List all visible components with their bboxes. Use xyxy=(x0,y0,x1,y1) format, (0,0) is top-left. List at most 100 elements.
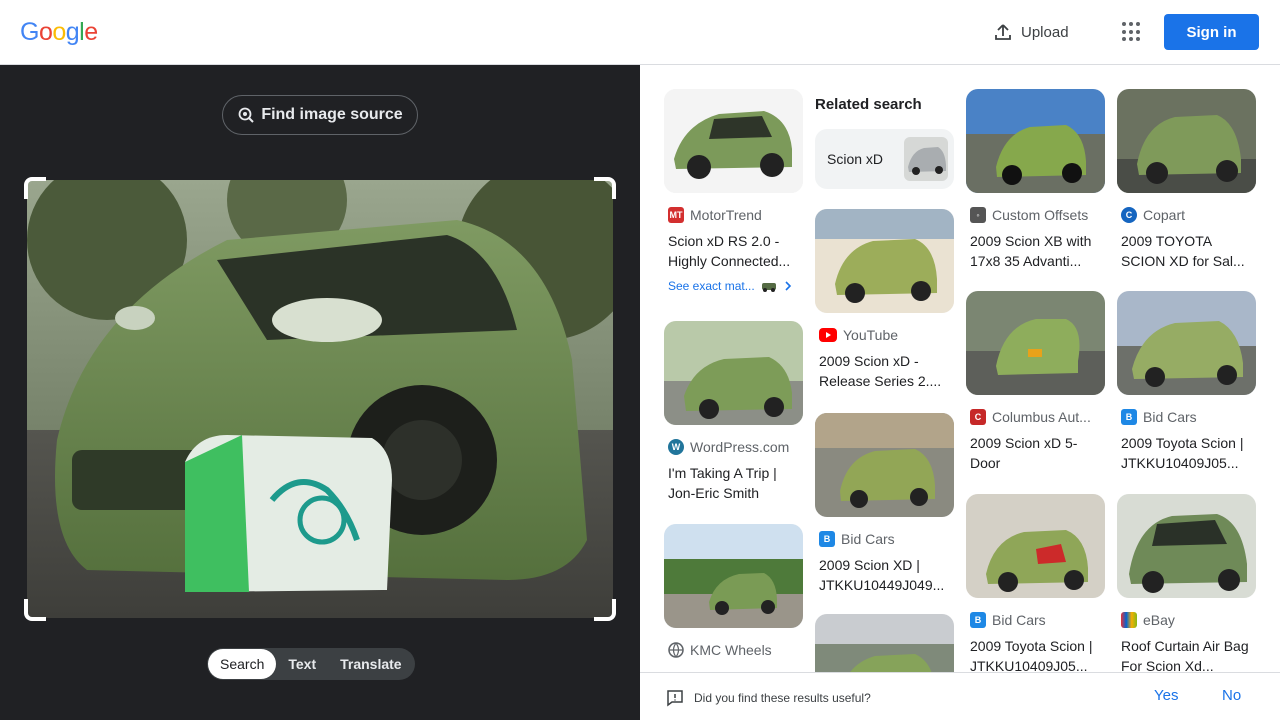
wordpress-icon: W xyxy=(668,439,684,455)
result-source[interactable]: C Columbus Aut... xyxy=(970,409,1105,425)
feedback-bar: Did you find these results useful? Yes N… xyxy=(640,672,1280,720)
logo-letter: G xyxy=(20,18,39,46)
feedback-question: Did you find these results useful? xyxy=(666,689,871,707)
mode-search-tab[interactable]: Search xyxy=(208,649,277,679)
result-source[interactable]: B Bid Cars xyxy=(1121,409,1256,425)
result-title[interactable]: 2009 Scion XB with 17x8 35 Advanti... xyxy=(970,231,1101,271)
result-title[interactable]: 2009 TOYOTA SCION XD for Sal... xyxy=(1121,231,1252,271)
result-title[interactable]: Roof Curtain Air Bag For Scion Xd... xyxy=(1121,636,1252,672)
result-card[interactable]: YouTube 2009 Scion xD - Release Series 2… xyxy=(815,209,954,391)
result-title[interactable]: 2009 Toyota Scion | JTKKU10409J05... xyxy=(1121,433,1252,473)
result-card[interactable] xyxy=(815,614,954,672)
result-title[interactable]: Scion xD RS 2.0 - Highly Connected... xyxy=(668,231,799,271)
result-source[interactable]: ◦ Custom Offsets xyxy=(970,207,1105,223)
customoffsets-icon: ◦ xyxy=(970,207,986,223)
result-source-name: Bid Cars xyxy=(992,612,1046,628)
logo-letter: o xyxy=(52,18,66,46)
results-panel: MT MotorTrend Scion xD RS 2.0 - Highly C… xyxy=(640,65,1280,672)
result-card[interactable]: eBay Roof Curtain Air Bag For Scion Xd..… xyxy=(1117,494,1256,672)
result-thumbnail[interactable] xyxy=(815,413,954,517)
sign-in-button[interactable]: Sign in xyxy=(1164,14,1259,50)
logo-letter: o xyxy=(38,18,53,46)
lens-search-icon xyxy=(237,106,255,124)
result-source[interactable]: C Copart xyxy=(1121,207,1256,223)
result-card[interactable]: B Bid Cars 2009 Toyota Scion | JTKKU1040… xyxy=(966,494,1105,672)
upload-icon xyxy=(993,22,1013,42)
result-source-name: MotorTrend xyxy=(690,207,762,223)
bidcars-icon: B xyxy=(1121,409,1137,425)
crop-handle-bottom-right[interactable] xyxy=(594,599,616,621)
result-card[interactable]: B Bid Cars 2009 Toyota Scion | JTKKU1040… xyxy=(1117,291,1256,473)
see-exact-label: See exact mat... xyxy=(668,279,755,293)
result-source[interactable]: W WordPress.com xyxy=(668,439,803,455)
related-search-chip-image xyxy=(904,137,948,181)
mode-translate-tab[interactable]: Translate xyxy=(328,649,413,679)
header: Google Upload Sign in xyxy=(0,0,1280,65)
result-card[interactable]: MT MotorTrend Scion xD RS 2.0 - Highly C… xyxy=(664,89,803,293)
feedback-no-button[interactable]: No xyxy=(1222,687,1241,704)
result-source-name: Columbus Aut... xyxy=(992,409,1091,425)
crop-handle-top-right[interactable] xyxy=(594,177,616,199)
result-source-name: KMC Wheels xyxy=(690,642,772,658)
find-image-source-button[interactable]: Find image source xyxy=(222,95,418,135)
feedback-question-text: Did you find these results useful? xyxy=(694,691,871,705)
upload-button[interactable]: Upload xyxy=(993,20,1069,44)
columbus-icon: C xyxy=(970,409,986,425)
apps-grid-icon[interactable] xyxy=(1122,22,1142,42)
related-search-heading: Related search xyxy=(815,96,922,113)
result-card[interactable]: KMC Wheels xyxy=(664,524,803,658)
result-title[interactable]: I'm Taking A Trip | Jon-Eric Smith xyxy=(668,463,799,503)
result-thumbnail[interactable] xyxy=(966,494,1105,598)
result-source-name: Bid Cars xyxy=(841,531,895,547)
result-title[interactable]: 2009 Scion xD 5-Door xyxy=(970,433,1101,473)
result-thumbnail[interactable] xyxy=(815,209,954,313)
query-image-panel: Find image source Search Text Translate xyxy=(0,65,640,720)
car-mini-icon xyxy=(761,280,777,292)
result-thumbnail[interactable] xyxy=(664,321,803,425)
result-title[interactable]: 2009 Scion XD | JTKKU10449J049... xyxy=(819,555,950,595)
logo-letter: e xyxy=(84,18,98,46)
bidcars-icon: B xyxy=(970,612,986,628)
result-source[interactable]: YouTube xyxy=(819,327,954,343)
result-title[interactable]: 2009 Scion xD - Release Series 2.... xyxy=(819,351,950,391)
google-logo[interactable]: Google xyxy=(20,17,98,47)
result-card[interactable]: B Bid Cars 2009 Scion XD | JTKKU10449J04… xyxy=(815,413,954,595)
youtube-icon xyxy=(819,328,837,342)
result-source[interactable]: MT MotorTrend xyxy=(668,207,803,223)
mt-icon: MT xyxy=(668,207,684,223)
query-image[interactable] xyxy=(27,180,613,618)
result-source[interactable]: B Bid Cars xyxy=(819,531,954,547)
crop-handle-bottom-left[interactable] xyxy=(24,599,46,621)
result-card[interactable]: W WordPress.com I'm Taking A Trip | Jon-… xyxy=(664,321,803,503)
copart-icon: C xyxy=(1121,207,1137,223)
result-thumbnail[interactable] xyxy=(1117,291,1256,395)
lens-mode-switcher: Search Text Translate xyxy=(207,648,415,680)
upload-label: Upload xyxy=(1021,23,1069,41)
result-thumbnail[interactable] xyxy=(664,89,803,193)
result-thumbnail[interactable] xyxy=(815,614,954,672)
logo-letter: g xyxy=(65,18,80,46)
result-source[interactable]: eBay xyxy=(1121,612,1256,628)
related-search-chip[interactable]: Scion xD xyxy=(815,129,954,189)
result-thumbnail[interactable] xyxy=(1117,494,1256,598)
find-image-source-label: Find image source xyxy=(261,106,403,123)
mode-text-tab[interactable]: Text xyxy=(276,649,328,679)
result-card[interactable]: C Columbus Aut... 2009 Scion xD 5-Door xyxy=(966,291,1105,473)
result-title[interactable]: 2009 Toyota Scion | JTKKU10409J05... xyxy=(970,636,1101,672)
result-card[interactable]: C Copart 2009 TOYOTA SCION XD for Sal... xyxy=(1117,89,1256,271)
result-thumbnail[interactable] xyxy=(966,291,1105,395)
result-source-name: Copart xyxy=(1143,207,1186,223)
result-thumbnail[interactable] xyxy=(1117,89,1256,193)
result-thumbnail[interactable] xyxy=(966,89,1105,193)
result-source[interactable]: KMC Wheels xyxy=(668,642,803,658)
result-source-name: Custom Offsets xyxy=(992,207,1089,223)
chevron-right-icon xyxy=(783,280,793,292)
result-card[interactable]: ◦ Custom Offsets 2009 Scion XB with 17x8… xyxy=(966,89,1105,271)
result-thumbnail[interactable] xyxy=(664,524,803,628)
feedback-yes-button[interactable]: Yes xyxy=(1154,687,1178,704)
result-source[interactable]: B Bid Cars xyxy=(970,612,1105,628)
result-source-name: YouTube xyxy=(843,327,899,343)
globe-icon xyxy=(668,642,684,658)
crop-handle-top-left[interactable] xyxy=(24,177,46,199)
see-exact-matches-link[interactable]: See exact mat... xyxy=(668,279,799,293)
